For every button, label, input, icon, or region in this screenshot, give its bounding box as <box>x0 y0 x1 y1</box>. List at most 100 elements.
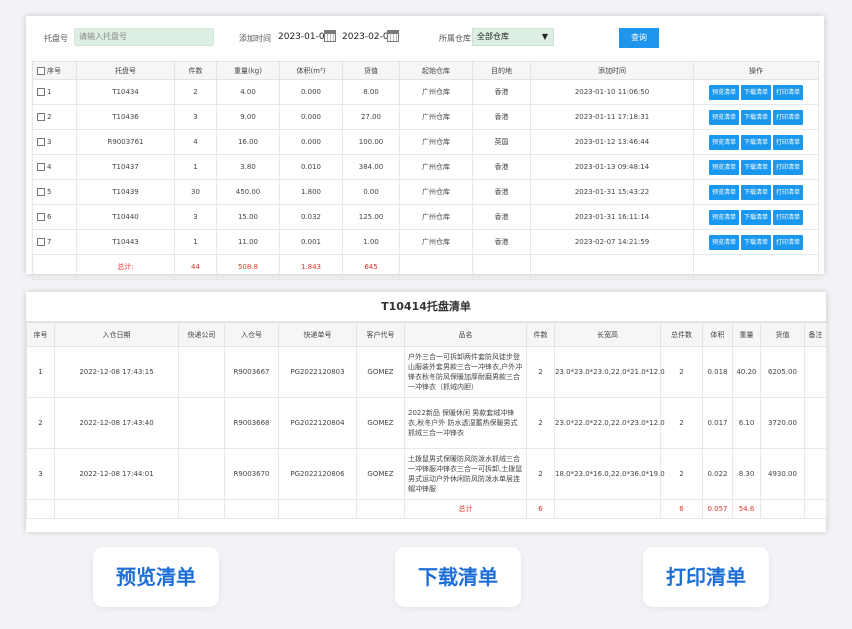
pallet-table: 序号 托盘号 件数 重量(kg) 体积(m³) 货值 起始仓库 目的地 添加时间… <box>32 61 819 280</box>
download-button[interactable]: 下载清单 <box>740 109 771 125</box>
header-cell: 体积(m³) <box>279 61 343 80</box>
cell-volume: 0.000 <box>279 129 343 155</box>
cell-weight: 40.20 <box>732 346 761 398</box>
cell-weight: 3.80 <box>216 154 280 180</box>
print-button[interactable]: 打印清单 <box>773 84 804 100</box>
print-button[interactable]: 打印清单 <box>773 159 804 175</box>
print-button[interactable]: 打印清单 <box>773 234 804 250</box>
print-button[interactable]: 打印清单 <box>773 209 804 225</box>
row-actions: 预览清单 下载清单 打印清单 <box>693 204 819 230</box>
row-checkbox[interactable] <box>37 163 45 171</box>
download-button[interactable]: 下载清单 <box>740 184 771 200</box>
header-cell: 货值 <box>342 61 400 80</box>
cell-date: 2022-12-08 17:43:40 <box>54 397 179 449</box>
row-checkbox[interactable] <box>37 138 45 146</box>
header-cell: 目的地 <box>472 61 531 80</box>
cell-time: 2023-01-12 13:46:44 <box>530 129 694 155</box>
header-cell: 添加时间 <box>530 61 694 80</box>
cell-volume: 0.001 <box>279 229 343 255</box>
cell-value: 27.00 <box>342 104 400 130</box>
total-label: 总计 <box>404 499 527 519</box>
cell-origin: 广州仓库 <box>399 229 473 255</box>
pallet-input[interactable]: 请输入托盘号 <box>74 28 214 46</box>
cell-time: 2023-02-07 14:21:59 <box>530 229 694 255</box>
row-actions: 预览清单 下载清单 打印清单 <box>693 229 819 255</box>
header-cell: 体积 <box>702 322 733 347</box>
row-checkbox[interactable] <box>37 113 45 121</box>
cell-pieces: 4 <box>174 129 217 155</box>
cell-value: 4930.00 <box>760 448 805 500</box>
cell-volume: 0.000 <box>279 104 343 130</box>
cell-total: 2 <box>660 448 703 500</box>
download-button[interactable]: 下载清单 <box>740 209 771 225</box>
row-no: 6 <box>32 204 77 230</box>
cell-tracking: PG2022120804 <box>278 397 357 449</box>
preview-list-button[interactable]: 预览清单 <box>93 547 219 607</box>
cell-dest: 香港 <box>472 229 531 255</box>
cell-dims: 18.0*23.0*16.0,22.0*36.0*19.0 <box>554 448 665 500</box>
cell-pallet: T10434 <box>76 79 175 105</box>
preview-button[interactable]: 预览清单 <box>708 184 739 200</box>
cell-dims: 23.0*22.0*22.0,22.0*23.0*12.0 <box>554 397 665 449</box>
cell-time: 2023-01-13 09:48:14 <box>530 154 694 180</box>
header-cell: 起始仓库 <box>399 61 473 80</box>
preview-button[interactable]: 预览清单 <box>708 109 739 125</box>
preview-button[interactable]: 预览清单 <box>708 159 739 175</box>
preview-button[interactable]: 预览清单 <box>708 84 739 100</box>
download-button[interactable]: 下载清单 <box>740 134 771 150</box>
row-checkbox[interactable] <box>37 188 45 196</box>
cell-customer: GOMEZ <box>356 346 405 398</box>
cell-pieces: 2 <box>526 397 555 449</box>
header-cell: 序号 <box>26 322 55 347</box>
cell-pieces: 2 <box>526 346 555 398</box>
cell-pieces: 3 <box>174 204 217 230</box>
print-button[interactable]: 打印清单 <box>773 109 804 125</box>
table-row: 4 T10437 1 3.80 0.010 384.00 广州仓库 香港 2023-01-13 … <box>32 154 819 180</box>
calendar-icon[interactable] <box>324 30 336 42</box>
select-all-checkbox[interactable] <box>37 66 45 75</box>
cell-value: 8.00 <box>342 79 400 105</box>
cell-time: 2023-01-31 15:43:22 <box>530 179 694 205</box>
cell-volume: 0.032 <box>279 204 343 230</box>
download-button[interactable]: 下载清单 <box>740 159 771 175</box>
cell-value: 384.00 <box>342 154 400 180</box>
header-cell: 快递单号 <box>278 322 357 347</box>
cell-pieces: 1 <box>174 229 217 255</box>
row-actions: 预览清单 下载清单 打印清单 <box>693 129 819 155</box>
cell-volume: 0.022 <box>702 448 733 500</box>
preview-button[interactable]: 预览清单 <box>708 134 739 150</box>
row-actions: 预览清单 下载清单 打印清单 <box>693 79 819 105</box>
row-no: 3 <box>32 129 77 155</box>
cell-pallet: T10437 <box>76 154 175 180</box>
cell-origin: 广州仓库 <box>399 204 473 230</box>
cell-tracking: PG2022120803 <box>278 346 357 398</box>
cell-value: 125.00 <box>342 204 400 230</box>
table-row: 7 T10443 1 11.00 0.001 1.00 广州仓库 香港 2023-02-07 1… <box>32 229 819 255</box>
total-pieces: 6 <box>526 499 555 519</box>
row-no: 7 <box>32 229 77 255</box>
cell-weight: 15.00 <box>216 204 280 230</box>
download-list-button[interactable]: 下载清单 <box>395 547 521 607</box>
header-no: 序号 <box>32 61 77 80</box>
cell-weight: 16.00 <box>216 129 280 155</box>
total-volume: 1.843 <box>279 254 343 280</box>
cell-dest: 香港 <box>472 204 531 230</box>
row-checkbox[interactable] <box>37 213 45 221</box>
calendar-icon[interactable] <box>387 30 399 42</box>
total-weight: 508.8 <box>216 254 280 280</box>
table-header-row: 序号 入仓日期 快递公司 入仓号 快递单号 客户代号 品名 件数 长宽高 总件数 体积 重量 货值 备注 <box>26 322 827 347</box>
download-button[interactable]: 下载清单 <box>740 84 771 100</box>
warehouse-select[interactable]: 全部仓库 ▼ <box>472 28 554 46</box>
print-list-button[interactable]: 打印清单 <box>643 547 769 607</box>
cell-note <box>804 448 827 500</box>
row-checkbox[interactable] <box>37 238 45 246</box>
download-button[interactable]: 下载清单 <box>740 234 771 250</box>
row-checkbox[interactable] <box>37 88 45 96</box>
date-start-input[interactable]: 2023-01-09 <box>278 28 330 46</box>
print-button[interactable]: 打印清单 <box>773 184 804 200</box>
preview-button[interactable]: 预览清单 <box>708 209 739 225</box>
print-button[interactable]: 打印清单 <box>773 134 804 150</box>
header-cell: 托盘号 <box>76 61 175 80</box>
query-button[interactable]: 查询 <box>619 28 659 48</box>
preview-button[interactable]: 预览清单 <box>708 234 739 250</box>
